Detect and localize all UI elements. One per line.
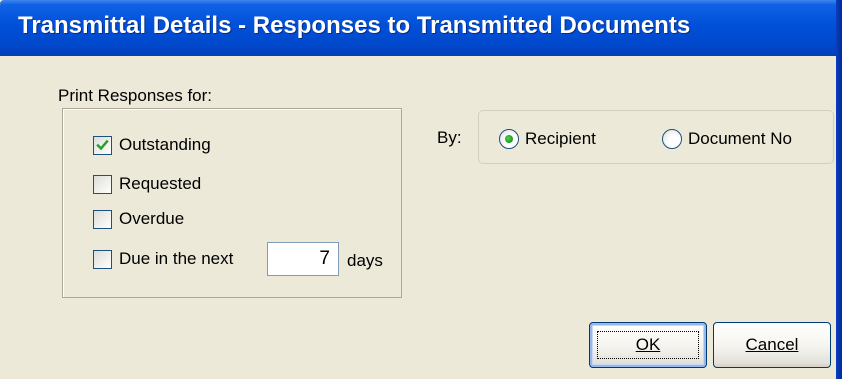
by-label: By: <box>437 128 462 147</box>
check-icon <box>96 139 109 150</box>
checkbox-outstanding[interactable]: Outstanding <box>93 134 211 156</box>
days-input[interactable] <box>267 242 339 276</box>
cancel-button-label: Cancel <box>745 335 799 354</box>
radio-dot-icon <box>505 135 513 143</box>
checkbox-label: Overdue <box>119 209 185 228</box>
days-label: days <box>347 251 383 270</box>
radio-recipient[interactable]: Recipient <box>499 128 596 150</box>
checkbox-label: Outstanding <box>119 135 211 154</box>
checkbox-overdue[interactable]: Overdue <box>93 208 184 230</box>
window-frame-edge <box>836 0 842 379</box>
print-responses-group-label: Print Responses for: <box>58 86 213 105</box>
checkbox-label: Due in the next <box>119 249 234 268</box>
radio-document-no[interactable]: Document No <box>662 128 792 150</box>
radio-label: Document No <box>688 129 792 148</box>
ok-button-label: OK <box>635 335 661 354</box>
checkbox-box[interactable] <box>93 249 112 269</box>
window-title: Transmittal Details - Responses to Trans… <box>18 12 691 39</box>
title-bar[interactable]: Transmittal Details - Responses to Trans… <box>0 0 836 56</box>
dialog-window: Transmittal Details - Responses to Trans… <box>0 0 842 379</box>
radio-button[interactable] <box>662 129 682 149</box>
radio-button[interactable] <box>499 129 519 149</box>
checkbox-due-in-next[interactable]: Due in the next <box>93 248 233 270</box>
ok-button[interactable]: OK <box>589 322 707 368</box>
checkbox-requested[interactable]: Requested <box>93 173 201 195</box>
checkbox-box[interactable] <box>93 135 112 155</box>
checkbox-box[interactable] <box>93 209 112 229</box>
cancel-button[interactable]: Cancel <box>713 322 831 368</box>
checkbox-label: Requested <box>119 174 202 193</box>
radio-label: Recipient <box>525 129 596 148</box>
checkbox-box[interactable] <box>93 174 112 194</box>
